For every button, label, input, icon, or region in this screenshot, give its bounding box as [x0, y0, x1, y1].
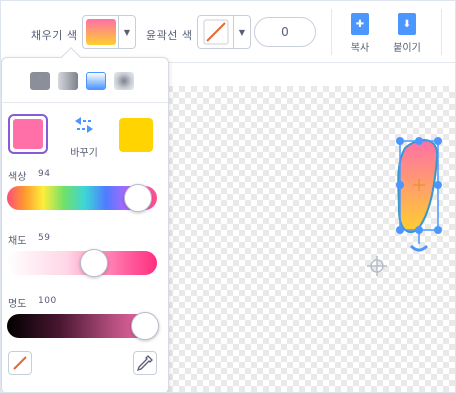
saturation-slider-handle[interactable]: [80, 249, 109, 277]
selected-shape[interactable]: [397, 139, 439, 233]
no-stroke-icon[interactable]: [198, 16, 234, 48]
hue-slider-handle[interactable]: [123, 184, 152, 212]
fill-mode-radial-gradient[interactable]: [114, 72, 134, 90]
brightness-slider-handle[interactable]: [131, 312, 159, 340]
no-color-button[interactable]: [8, 351, 32, 375]
fill-color-button[interactable]: ▼: [82, 15, 136, 49]
hue-slider[interactable]: [7, 184, 157, 212]
paint-editor: 채우기 색 ▼ 윤곽선 색 ▼ 0 ✚ 복사 ⬇ 붙이기 바꾸기 색상 94 채…: [0, 0, 456, 393]
color-picker-popup: 바꾸기 색상 94 채도 59 명도 100: [1, 47, 169, 392]
hue-label: 색상: [8, 172, 27, 183]
swap-icon: [75, 117, 93, 133]
outline-color-label: 윤곽선 색: [146, 29, 193, 42]
fill-mode-horizontal-gradient[interactable]: [58, 72, 78, 90]
swap-colors-button[interactable]: 바꾸기: [64, 116, 104, 159]
copy-label: 복사: [350, 43, 370, 54]
saturation-label: 채도: [8, 236, 27, 247]
eyedropper-button[interactable]: [133, 351, 157, 375]
popup-divider: [2, 102, 168, 103]
brightness-slider[interactable]: [7, 312, 159, 340]
chevron-down-icon[interactable]: ▼: [119, 16, 135, 48]
drawing-canvas[interactable]: [161, 86, 456, 393]
paste-icon: ⬇: [398, 13, 416, 35]
brightness-value: 100: [38, 296, 57, 306]
saturation-slider[interactable]: [7, 249, 157, 277]
fill-color-label: 채우기 색: [31, 29, 78, 42]
canvas-ruler: [161, 63, 455, 86]
outline-width-value: 0: [281, 25, 289, 39]
copy-icon: ✚: [351, 13, 369, 35]
pen-icon: [13, 356, 27, 370]
toolbar-divider: [441, 9, 442, 55]
outline-color-button[interactable]: ▼: [197, 15, 251, 49]
copy-button[interactable]: ✚ 복사: [340, 13, 380, 57]
chevron-down-icon[interactable]: ▼: [234, 16, 250, 48]
outline-width-input[interactable]: 0: [254, 17, 316, 47]
paste-button[interactable]: ⬇ 붙이기: [387, 13, 427, 57]
fill-mode-vertical-gradient[interactable]: [86, 72, 106, 90]
brightness-label: 명도: [8, 299, 27, 310]
saturation-value: 59: [38, 233, 51, 243]
primary-color-swatch[interactable]: [8, 114, 48, 154]
swap-label: 바꾸기: [70, 148, 98, 159]
canvas-drawing[interactable]: [161, 86, 456, 393]
rotate-handle-icon[interactable]: [409, 230, 429, 252]
crosshair-icon: [367, 256, 387, 276]
fill-color-preview[interactable]: [83, 16, 119, 48]
eyedropper-icon: [136, 355, 153, 372]
toolbar-divider: [331, 9, 332, 55]
secondary-color-swatch[interactable]: [119, 118, 153, 152]
fill-mode-solid[interactable]: [30, 72, 50, 90]
hue-value: 94: [38, 169, 51, 179]
paste-label: 붙이기: [393, 43, 421, 54]
